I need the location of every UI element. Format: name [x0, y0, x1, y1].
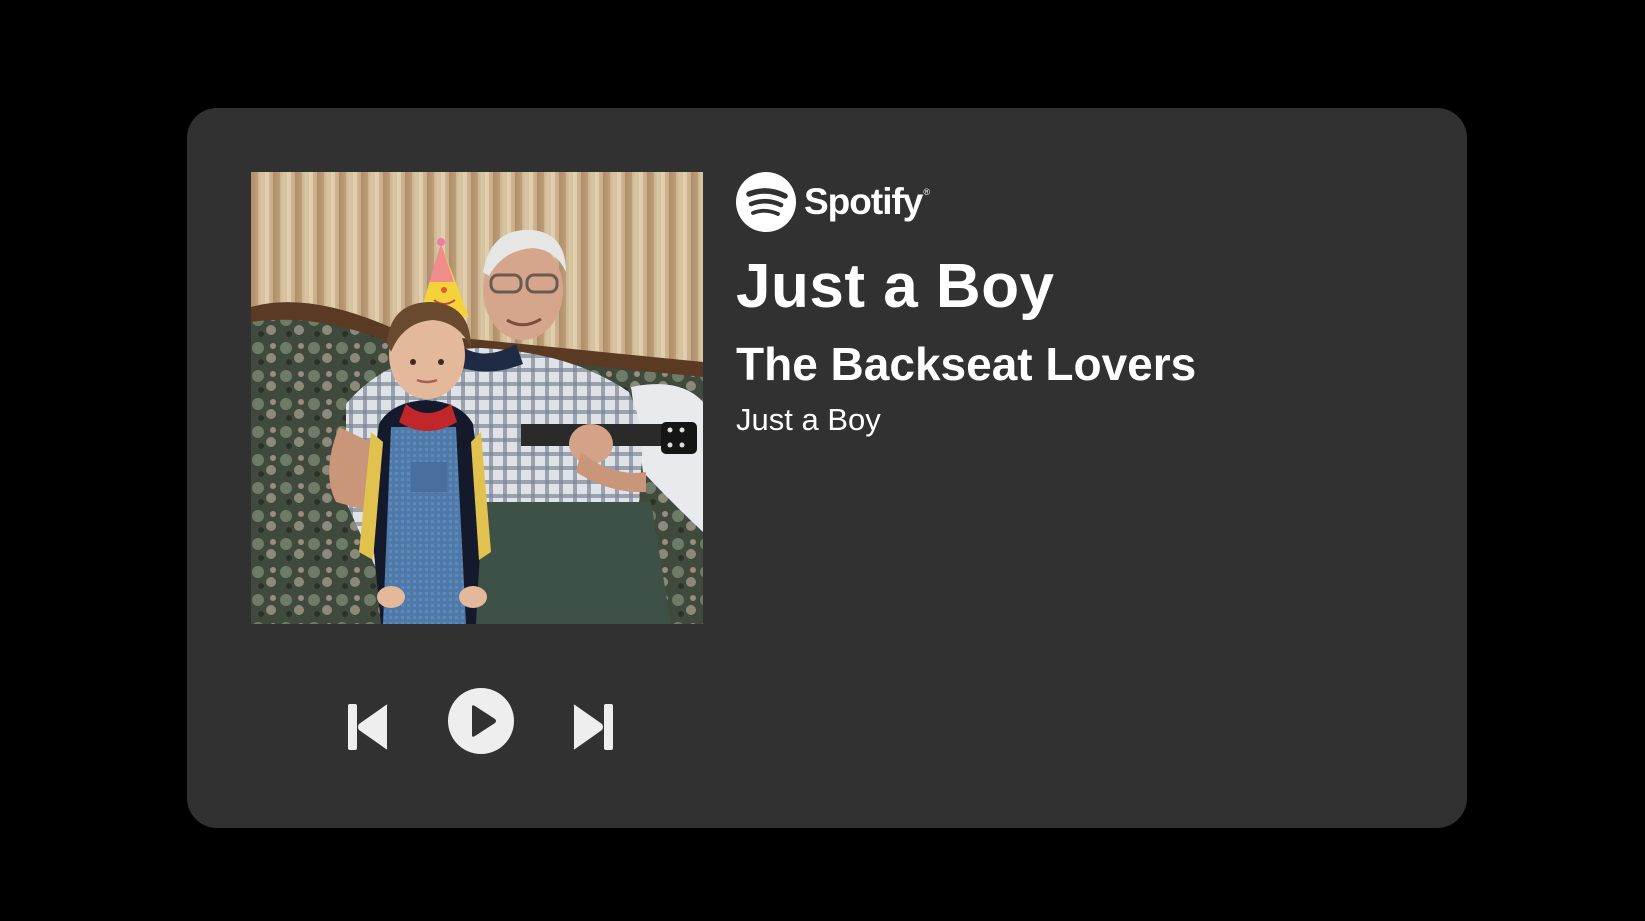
brand-name: Spotify — [804, 181, 923, 222]
next-track-button[interactable] — [572, 702, 614, 752]
play-button[interactable] — [448, 688, 514, 754]
track-title: Just a Boy — [736, 252, 1055, 321]
spotify-logo-icon — [736, 172, 796, 232]
artist-name[interactable]: The Backseat Lovers — [736, 338, 1416, 390]
playback-controls — [347, 688, 617, 756]
skip-next-icon — [573, 704, 613, 750]
registered-mark: ® — [923, 187, 930, 197]
spotify-brand[interactable]: Spotify® — [736, 172, 1416, 232]
now-playing-card: Spotify® Just a Boy The Backseat Lovers … — [187, 108, 1467, 828]
album-name[interactable]: Just a Boy — [736, 400, 1416, 440]
previous-track-button[interactable] — [347, 702, 389, 752]
track-info: Spotify® Just a Boy The Backseat Lovers … — [736, 172, 1416, 440]
album-cover-image — [251, 172, 703, 624]
skip-previous-icon — [348, 704, 388, 750]
spotify-wordmark: Spotify® — [804, 181, 930, 223]
play-icon — [448, 688, 514, 754]
